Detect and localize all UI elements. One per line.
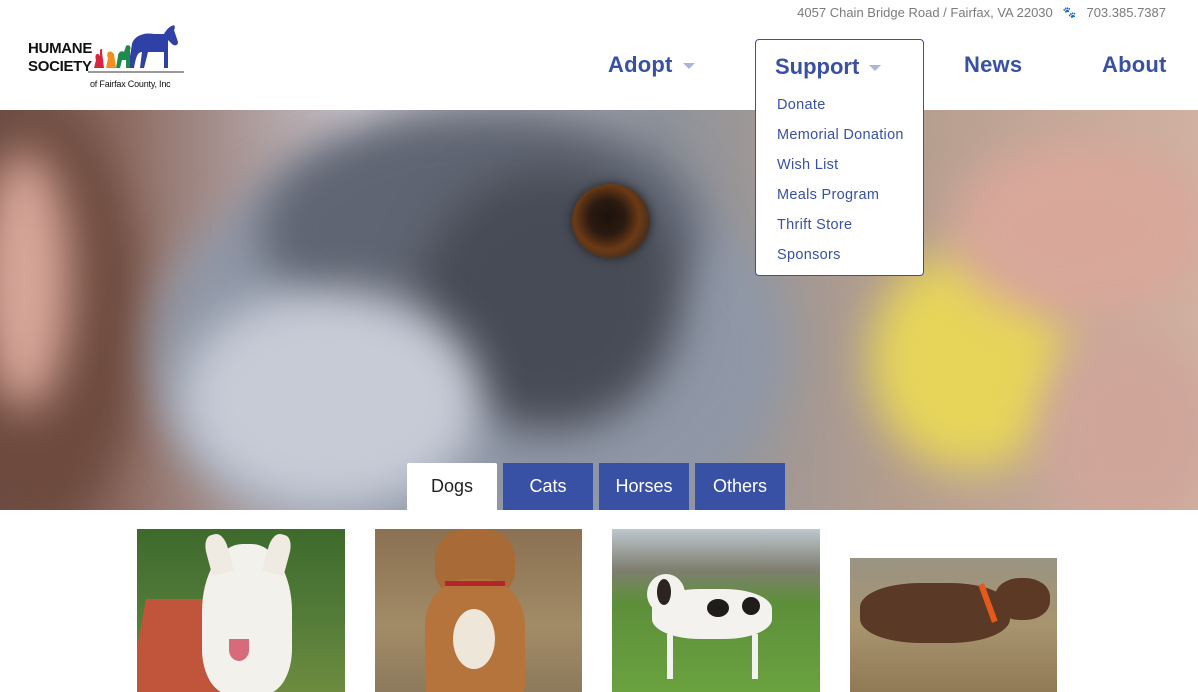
humane-society-logo[interactable]: HUMANE SOCIETY of Fairfax County, Inc [26,22,186,94]
contact-bar: 4057 Chain Bridge Road / Fairfax, VA 220… [797,5,1166,20]
menu-item-thrift-store[interactable]: Thrift Store [777,215,904,245]
nav-support[interactable]: Support [775,54,882,80]
tab-others[interactable]: Others [695,463,785,510]
pet-grid [0,510,1198,692]
paw-icon: 🐾 [1062,7,1077,19]
pet-card-image[interactable] [612,529,820,692]
nav-about[interactable]: About [1102,52,1167,78]
support-dropdown[interactable]: Support Donate Memorial Donation Wish Li… [755,39,924,276]
menu-item-meals-program[interactable]: Meals Program [777,185,904,215]
logo-text-county: of Fairfax County, Inc [90,79,171,89]
logo-text-society: SOCIETY [28,58,92,75]
nav-adopt-label: Adopt [608,52,673,77]
tab-cats[interactable]: Cats [503,463,593,510]
logo-text-humane: HUMANE [28,40,93,57]
site-header: HUMANE SOCIETY of Fairfax County, Inc 40… [0,0,1198,110]
tab-dogs[interactable]: Dogs [407,463,497,510]
phone-link[interactable]: 703.385.7387 [1086,5,1166,20]
animals-logo-icon [88,25,184,73]
hero-cat-photo [0,110,1198,510]
nav-news[interactable]: News [964,52,1022,78]
nav-adopt[interactable]: Adopt [608,52,695,78]
support-menu-list: Donate Memorial Donation Wish List Meals… [777,95,904,275]
menu-item-wish-list[interactable]: Wish List [777,155,904,185]
pet-card-image[interactable] [137,529,345,692]
nav-news-label: News [964,52,1023,77]
menu-item-donate[interactable]: Donate [777,95,904,125]
chevron-down-icon [869,65,882,71]
address-text: 4057 Chain Bridge Road / Fairfax, VA 220… [797,5,1053,20]
nav-about-label: About [1102,52,1167,77]
pet-card-image[interactable] [375,529,582,692]
chevron-down-icon [682,63,695,69]
species-tabs: Dogs Cats Horses Others [407,463,791,510]
nav-support-label: Support [775,54,860,79]
tab-horses[interactable]: Horses [599,463,689,510]
pet-card-image[interactable] [850,558,1057,692]
menu-item-memorial-donation[interactable]: Memorial Donation [777,125,904,155]
menu-item-sponsors[interactable]: Sponsors [777,245,904,275]
